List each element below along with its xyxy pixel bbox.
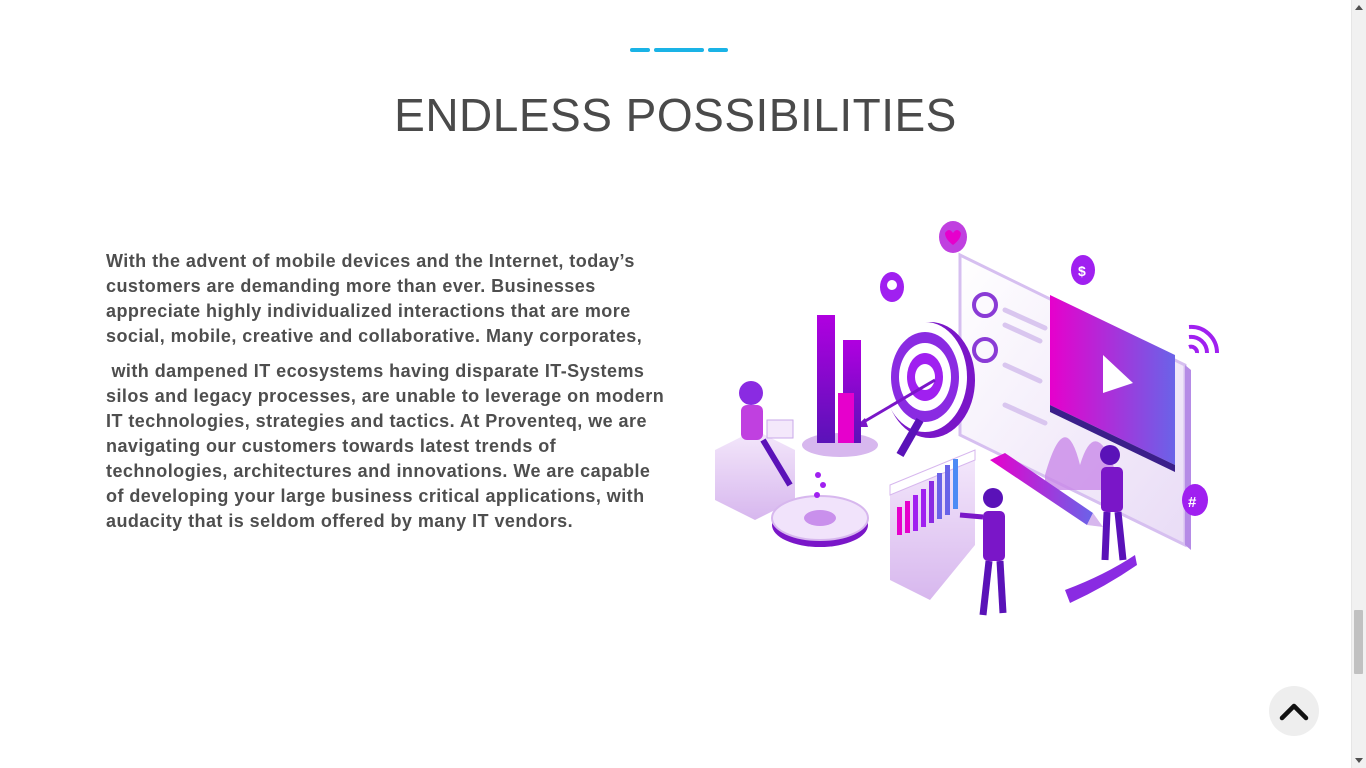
target-icon — [854, 322, 975, 457]
hashtag-icon: # — [1182, 484, 1208, 516]
scroll-down-arrow-icon[interactable] — [1355, 758, 1363, 763]
heart-icon — [939, 221, 967, 253]
woman-with-laptop — [715, 381, 795, 520]
svg-text:#: # — [1188, 494, 1197, 511]
title-decoration — [630, 48, 730, 53]
scrollbar-thumb[interactable] — [1354, 610, 1363, 674]
dollar-icon: $ — [1071, 255, 1095, 285]
isometric-marketing-illustration: $ # — [715, 221, 1220, 616]
svg-text:$: $ — [1078, 263, 1086, 279]
chevron-up-icon — [1279, 703, 1309, 721]
location-bubble-icon — [880, 272, 904, 302]
back-to-top-button[interactable] — [1269, 686, 1319, 736]
intro-paragraph-1: With the advent of mobile devices and th… — [106, 251, 643, 346]
decoration-bar — [630, 48, 650, 52]
wifi-icon — [1188, 324, 1220, 354]
decoration-bar — [654, 48, 704, 52]
bar-chart-icon — [889, 449, 976, 600]
bar-tower — [802, 315, 878, 457]
decoration-bar — [708, 48, 728, 52]
scroll-up-arrow-icon[interactable] — [1355, 5, 1363, 10]
page-scrollbar[interactable] — [1351, 0, 1366, 768]
intro-paragraph-2: with dampened IT ecosystems having dispa… — [106, 361, 670, 531]
section-title: ENDLESS POSSIBILITIES — [394, 89, 957, 141]
intro-text: With the advent of mobile devices and th… — [106, 249, 671, 534]
